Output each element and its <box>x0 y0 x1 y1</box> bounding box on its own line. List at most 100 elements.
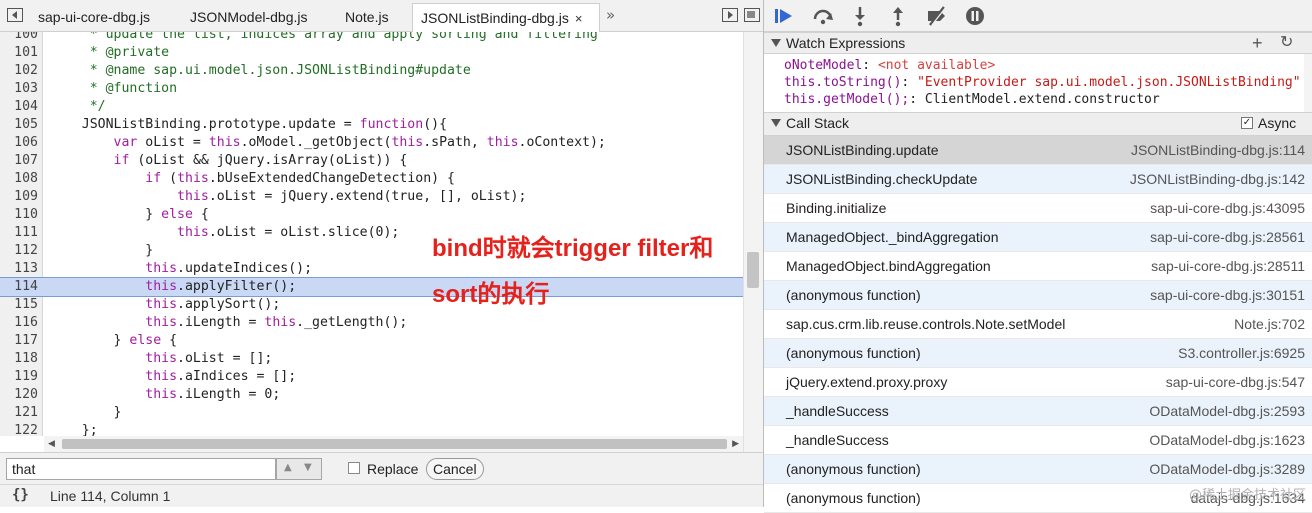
call-frame[interactable]: JSONListBinding.update JSONListBinding-db… <box>764 136 1312 165</box>
toggle-sidebar-icon[interactable] <box>744 8 760 22</box>
cancel-button[interactable]: Cancel <box>426 458 484 480</box>
line-number[interactable]: 100 <box>0 32 38 44</box>
pretty-print-icon[interactable]: {} <box>12 487 29 503</box>
line-number[interactable]: 120 <box>0 386 38 404</box>
line-number[interactable]: 118 <box>0 350 38 368</box>
toggle-debugger-icon[interactable] <box>722 8 738 22</box>
more-tabs-icon[interactable]: » <box>606 6 615 24</box>
code-line[interactable]: 122 }; <box>0 422 743 436</box>
line-number[interactable]: 114 <box>0 278 38 296</box>
watch-item[interactable]: this.getModel();: ClientModel.extend.con… <box>784 91 1309 108</box>
scroll-right-icon[interactable]: ▶ <box>732 439 739 449</box>
call-frame[interactable]: _handleSuccess ODataModel-dbg.js:1623 <box>764 426 1312 455</box>
add-watch-icon[interactable]: + <box>1252 33 1263 53</box>
line-number[interactable]: 102 <box>0 62 38 80</box>
call-frame[interactable]: ManagedObject.bindAggregation sap-ui-core… <box>764 252 1312 281</box>
line-number[interactable]: 107 <box>0 152 38 170</box>
call-frame[interactable]: jQuery.extend.proxy.proxy sap-ui-core-dbg… <box>764 368 1312 397</box>
code-line[interactable]: 120 this.iLength = 0; <box>0 386 743 404</box>
code-line[interactable]: 105 JSONListBinding.prototype.update = f… <box>0 116 743 134</box>
tab-jsonlistbinding[interactable]: JSONListBinding-dbg.js × <box>412 3 600 32</box>
horizontal-scrollbar[interactable]: ◀ ▶ <box>44 436 743 452</box>
scroll-thumb[interactable] <box>747 252 759 288</box>
line-number[interactable]: 121 <box>0 404 38 422</box>
code-line[interactable]: 118 this.oList = []; <box>0 350 743 368</box>
line-number[interactable]: 119 <box>0 368 38 386</box>
line-number[interactable]: 105 <box>0 116 38 134</box>
line-number[interactable]: 104 <box>0 98 38 116</box>
find-previous-icon[interactable]: ▲ <box>284 462 292 473</box>
call-frame[interactable]: _handleSuccess ODataModel-dbg.js:2593 <box>764 397 1312 426</box>
tab-note[interactable]: Note.js <box>337 3 397 32</box>
navigator-toggle-icon[interactable] <box>7 8 23 22</box>
code-line[interactable]: 121 } <box>0 404 743 422</box>
frame-location[interactable]: sap-ui-core-dbg.js:30151 <box>1150 287 1305 303</box>
vertical-scrollbar[interactable] <box>743 32 764 452</box>
watch-item[interactable]: oNoteModel: <not available> <box>784 57 1309 74</box>
find-next-icon[interactable]: ▼ <box>304 462 312 473</box>
step-over-icon[interactable] <box>811 4 835 28</box>
frame-location[interactable]: sap-ui-core-dbg.js:28511 <box>1151 258 1305 274</box>
line-number[interactable]: 117 <box>0 332 38 350</box>
call-frame[interactable]: (anonymous function) ODataModel-dbg.js:32… <box>764 455 1312 484</box>
code-line[interactable]: 117 } else { <box>0 332 743 350</box>
code-line[interactable]: 101 * @private <box>0 44 743 62</box>
call-frame[interactable]: Binding.initialize sap-ui-core-dbg.js:430… <box>764 194 1312 223</box>
frame-location[interactable]: Note.js:702 <box>1234 316 1305 332</box>
tab-sap-ui-core[interactable]: sap-ui-core-dbg.js <box>30 3 158 32</box>
frame-location[interactable]: sap-ui-core-dbg.js:547 <box>1166 374 1305 390</box>
scroll-left-icon[interactable]: ◀ <box>48 439 55 449</box>
step-into-icon[interactable] <box>848 4 872 28</box>
code-line[interactable]: 108 if (this.bUseExtendedChangeDetection… <box>0 170 743 188</box>
line-number[interactable]: 111 <box>0 224 38 242</box>
frame-location[interactable]: sap-ui-core-dbg.js:28561 <box>1150 229 1305 245</box>
code-line[interactable]: 116 this.iLength = this._getLength(); <box>0 314 743 332</box>
frame-location[interactable]: JSONListBinding-dbg.js:142 <box>1130 171 1305 187</box>
watch-expressions-header[interactable]: Watch Expressions + ↻ <box>764 32 1312 54</box>
call-frame[interactable]: (anonymous function) S3.controller.js:692… <box>764 339 1312 368</box>
frame-location[interactable]: S3.controller.js:6925 <box>1178 345 1305 361</box>
code-line[interactable]: 103 * @function <box>0 80 743 98</box>
code-line[interactable]: 110 } else { <box>0 206 743 224</box>
line-number[interactable]: 106 <box>0 134 38 152</box>
pause-on-exceptions-icon[interactable] <box>963 4 987 28</box>
replace-checkbox[interactable] <box>348 462 360 474</box>
frame-location[interactable]: ODataModel-dbg.js:1623 <box>1149 432 1305 448</box>
deactivate-breakpoints-icon[interactable] <box>925 4 949 28</box>
line-number[interactable]: 110 <box>0 206 38 224</box>
code-line[interactable]: 107 if (oList && jQuery.isArray(oList)) … <box>0 152 743 170</box>
code-line[interactable]: 119 this.aIndices = []; <box>0 368 743 386</box>
line-number[interactable]: 103 <box>0 80 38 98</box>
line-number[interactable]: 122 <box>0 422 38 436</box>
line-number[interactable]: 108 <box>0 170 38 188</box>
watch-item[interactable]: this.toString(): "EventProvider sap.ui.m… <box>784 74 1309 91</box>
line-number[interactable]: 116 <box>0 314 38 332</box>
code-line[interactable]: 106 var oList = this.oModel._getObject(t… <box>0 134 743 152</box>
line-number[interactable]: 101 <box>0 44 38 62</box>
frame-location[interactable]: sap-ui-core-dbg.js:43095 <box>1150 200 1305 216</box>
refresh-icon[interactable]: ↻ <box>1280 33 1293 53</box>
frame-location[interactable]: ODataModel-dbg.js:2593 <box>1149 403 1305 419</box>
code-line[interactable]: 115 this.applySort(); <box>0 296 743 314</box>
code-line[interactable]: 104 */ <box>0 98 743 116</box>
code-line[interactable]: 102 * @name sap.ui.model.json.JSONListBi… <box>0 62 743 80</box>
line-number[interactable]: 115 <box>0 296 38 314</box>
call-frame[interactable]: JSONListBinding.checkUpdate JSONListBindi… <box>764 165 1312 194</box>
line-number[interactable]: 113 <box>0 260 38 278</box>
line-number[interactable]: 109 <box>0 188 38 206</box>
async-checkbox[interactable]: ✓ <box>1241 117 1253 129</box>
call-frame[interactable]: sap.cus.crm.lib.reuse.controls.Note.setM… <box>764 310 1312 339</box>
search-input[interactable] <box>6 458 276 480</box>
watch-scrollbar[interactable] <box>1304 54 1312 112</box>
code-line[interactable]: 109 this.oList = jQuery.extend(true, [],… <box>0 188 743 206</box>
call-stack-header[interactable]: Call Stack ✓ Async <box>764 112 1312 136</box>
resume-icon[interactable] <box>772 4 796 28</box>
step-out-icon[interactable] <box>886 4 910 28</box>
close-tab-icon[interactable]: × <box>575 4 583 33</box>
line-number[interactable]: 112 <box>0 242 38 260</box>
tab-jsonmodel[interactable]: JSONModel-dbg.js <box>182 3 316 32</box>
call-frame[interactable]: (anonymous function) sap-ui-core-dbg.js:3… <box>764 281 1312 310</box>
code-line-current[interactable]: 114 this.applyFilter(); <box>0 277 743 297</box>
frame-location[interactable]: JSONListBinding-dbg.js:114 <box>1131 142 1305 158</box>
call-frame[interactable]: ManagedObject._bindAggregation sap-ui-cor… <box>764 223 1312 252</box>
